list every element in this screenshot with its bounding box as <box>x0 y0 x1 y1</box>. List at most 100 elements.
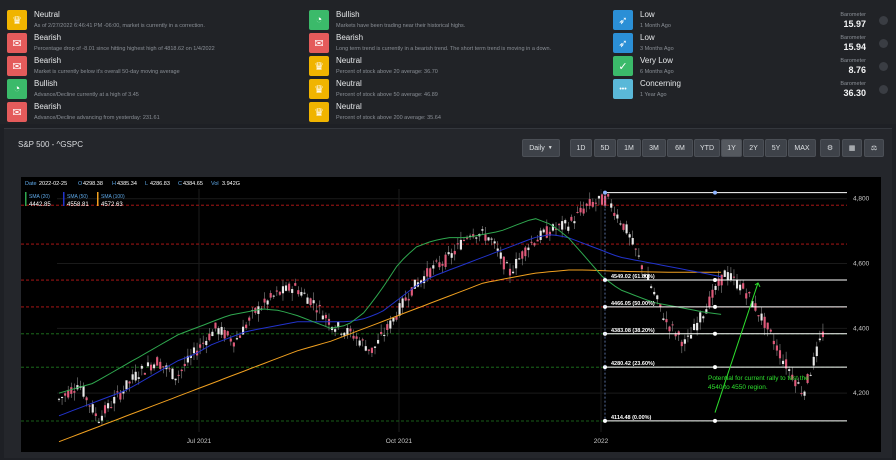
signal-text: Bullish Markets have been trading near th… <box>336 10 465 31</box>
candle-body <box>146 362 150 367</box>
candle-body <box>401 298 404 308</box>
signal-row: ♛ Neutral Percent of stock above 20 averag… <box>309 55 604 77</box>
barometer-value: Barometer 15.97 <box>840 11 866 29</box>
range-button-max[interactable]: MAX <box>788 139 816 157</box>
candle-body <box>312 300 315 304</box>
range-button-6m[interactable]: 6M <box>667 139 693 157</box>
signal-text: Bearish Market is currently below it's ov… <box>34 56 180 77</box>
toggle-dot[interactable] <box>879 15 888 25</box>
candle-body <box>742 283 745 289</box>
price-chart[interactable]: Jul 2021 Oct 2021 2022 4,200 4,400 4,600 4,800… <box>21 177 881 452</box>
candle-body <box>180 369 183 372</box>
barometer-description: 3 Months Ago <box>640 45 674 52</box>
interval-dropdown[interactable]: Daily ▼ <box>522 139 560 157</box>
candle-body <box>202 342 205 344</box>
candle-body <box>536 239 539 242</box>
barometer-row: ✓ Very Low 6 Months Ago Barometer 8.76 <box>613 55 896 77</box>
candle-body <box>812 356 815 366</box>
candle-body <box>140 365 143 369</box>
legend-swatch <box>25 192 27 206</box>
signal-row: ♛ Neutral Percent of stock above 50 averag… <box>309 78 604 100</box>
medal-icon: ♛ <box>7 10 27 30</box>
candle-body <box>693 323 696 331</box>
candle-body <box>739 284 742 291</box>
barometer-value: Barometer 15.94 <box>840 34 866 52</box>
settings-gear-icon[interactable]: ⚙ <box>820 139 840 157</box>
candle-body <box>585 203 588 206</box>
rocket-icon: ➶ <box>613 10 633 30</box>
candle-body <box>266 300 269 305</box>
candle-body <box>435 260 438 262</box>
scale-icon[interactable]: ⚖ <box>864 139 884 157</box>
signal-description: Percentage drop of -8.01 since hitting h… <box>34 45 215 52</box>
candle-body <box>85 397 88 401</box>
interval-label: Daily <box>529 144 545 152</box>
candle-body <box>386 324 389 330</box>
candle-body <box>763 316 766 328</box>
candle-body <box>797 382 800 384</box>
candle-body <box>459 239 462 250</box>
candle-body <box>499 252 502 259</box>
range-button-1m[interactable]: 1M <box>617 139 641 157</box>
candle-body <box>143 372 146 375</box>
toggle-dot[interactable] <box>879 61 888 71</box>
candle-body <box>524 247 527 257</box>
price-chart-svg[interactable]: Jul 2021 Oct 2021 2022 4,200 4,400 4,600 4,800… <box>21 177 881 452</box>
candle-body <box>407 298 410 301</box>
candle-body <box>588 199 591 206</box>
candle-body <box>100 415 104 421</box>
calculator-icon[interactable]: ▦ <box>842 139 862 157</box>
rocket-icon: ➶ <box>613 33 633 53</box>
signal-description: Percent of stock above 200 average: 35.6… <box>336 114 441 121</box>
signal-row: ✉ Bearish Market is currently below it's o… <box>7 55 297 77</box>
candle-body <box>610 203 613 208</box>
candle-body <box>334 329 337 332</box>
candle-body <box>511 271 515 274</box>
candle-body <box>625 224 628 234</box>
barometer-text: Low 1 Month Ago <box>640 10 671 31</box>
chat-icon: ✉ <box>7 102 27 122</box>
candle-body <box>309 298 312 306</box>
candle-body <box>607 194 610 197</box>
signal-row: ♛ Neutral As of 2/27/2022 6:46:41 PM -06:0… <box>7 9 297 31</box>
candle-body <box>281 286 285 294</box>
ohlc-value: 4286.83 <box>150 181 170 187</box>
candle-body <box>653 291 656 295</box>
candle-body <box>70 387 73 394</box>
candle-body <box>772 340 775 345</box>
signal-title: Neutral <box>34 9 60 19</box>
candle-body <box>619 223 622 225</box>
candle-body <box>732 276 736 278</box>
candle-body <box>683 339 686 344</box>
range-button-5y[interactable]: 5Y <box>765 139 787 157</box>
signal-row: ✉ Bearish Percentage drop of -8.01 since h… <box>7 32 297 54</box>
candle-body <box>699 312 702 323</box>
range-button-1y[interactable]: 1Y <box>721 139 742 157</box>
candle-body <box>272 295 275 297</box>
candle-body <box>487 237 490 241</box>
candle-body <box>493 241 496 244</box>
candle-body <box>502 256 505 270</box>
range-button-ytd[interactable]: YTD <box>694 139 720 157</box>
x-tick-label: Oct 2021 <box>386 438 413 445</box>
candle-body <box>284 285 288 291</box>
signal-description: Markets have been trading near their his… <box>336 22 466 29</box>
toggle-dot[interactable] <box>879 84 888 94</box>
candle-body <box>171 368 174 380</box>
gauge-icon: ◔ <box>309 10 329 30</box>
candle-body <box>389 320 392 329</box>
chat-icon: ✉ <box>309 33 329 53</box>
candle-body <box>769 329 772 332</box>
range-button-5d[interactable]: 5D <box>594 139 616 157</box>
candle-body <box>352 335 355 339</box>
barometer-title: Low <box>640 32 655 42</box>
toggle-dot[interactable] <box>879 38 888 48</box>
signal-row: ◔ Bullish Advance/Decline currently at a h… <box>7 78 297 100</box>
candle-body <box>162 366 165 368</box>
range-button-3m[interactable]: 3M <box>642 139 666 157</box>
candle-body <box>88 405 91 407</box>
range-button-1d[interactable]: 1D <box>570 139 592 157</box>
candle-body <box>481 229 484 231</box>
signal-text: Bearish Long term trend is currently in a… <box>336 33 551 54</box>
range-button-2y[interactable]: 2Y <box>743 139 764 157</box>
